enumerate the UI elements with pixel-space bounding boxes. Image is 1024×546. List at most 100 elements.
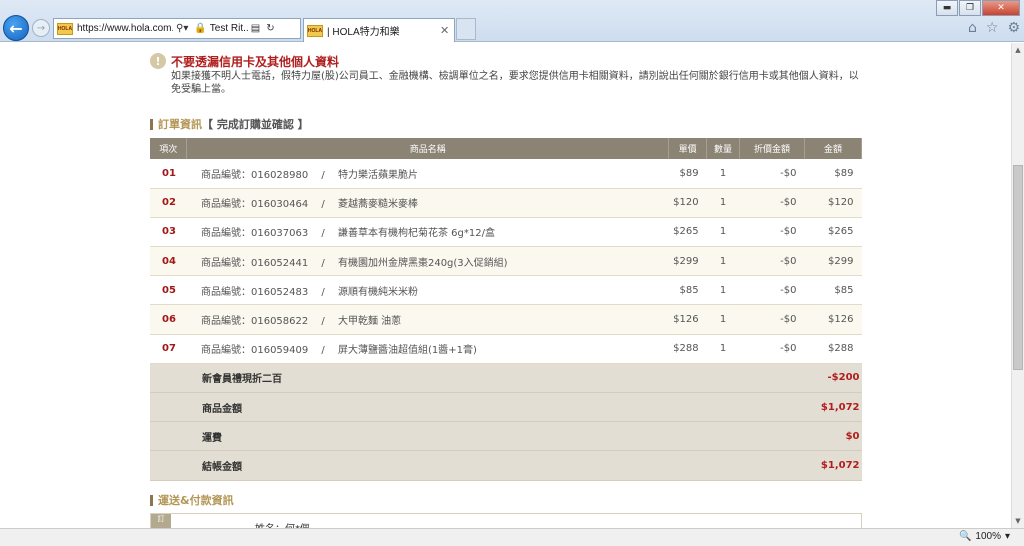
order-section-subtitle: 【 完成訂購並確認 】	[202, 118, 309, 131]
summary-label: 商品金額	[150, 392, 805, 423]
minimize-button[interactable]: ▬	[936, 0, 958, 16]
summary-value: $1,072	[804, 450, 862, 481]
summary-label: 結帳金額	[150, 450, 805, 481]
col-header: 商品名稱	[186, 138, 670, 159]
summary-value: $1,072	[804, 392, 862, 423]
col-header: 折價金額	[739, 138, 805, 159]
summary-row: 商品金額 $1,072	[150, 392, 862, 423]
zoom-level[interactable]: 100%	[975, 531, 1001, 542]
col-header: 項次	[150, 138, 188, 159]
unit-price: $265	[668, 217, 707, 248]
discount-amount: -$0	[739, 188, 805, 218]
quantity: 1	[706, 275, 740, 306]
discount-amount: -$0	[739, 334, 805, 364]
search-icon[interactable]: ⚲▾	[176, 23, 188, 34]
table-row: 07 商品編號：016059409 / 屏大薄鹽醬油超值組(1醬+1膏) $288 1…	[150, 334, 862, 364]
line-amount: $120	[804, 188, 862, 218]
quantity: 1	[706, 334, 740, 364]
vertical-scrollbar[interactable]: ▲ ▼	[1011, 43, 1024, 528]
discount-amount: -$0	[739, 246, 805, 277]
shipping-side-label: 訂	[151, 514, 171, 528]
line-amount: $265	[804, 217, 862, 248]
restore-button[interactable]: ❐	[959, 0, 981, 16]
home-icon[interactable]: ⌂	[968, 20, 977, 36]
discount-amount: -$0	[739, 275, 805, 306]
table-header-row: 項次 商品名稱 單價 數量 折價金額 金額	[150, 138, 863, 159]
lock-icon[interactable]: 🔒	[194, 23, 206, 34]
row-number: 01	[150, 159, 187, 189]
status-bar: 🔍 100% ▾	[0, 528, 1024, 546]
summary-value: -$200	[804, 363, 862, 394]
table-row: 06 商品編號：016058622 / 大甲乾麵 油蔥 $126 1 -$0 $126	[150, 304, 862, 335]
row-number: 05	[150, 275, 187, 306]
tab-favicon-icon: HOLA	[307, 24, 323, 37]
address-bar[interactable]: HOLA https://www.hola.com.tw/ca ⚲▾ 🔒 Tes…	[53, 18, 301, 39]
product-name-link[interactable]: 商品編號：016028980 / 特力樂活蘋果脆片	[186, 159, 669, 189]
scroll-thumb[interactable]	[1013, 165, 1023, 370]
browser-tab-active[interactable]: HOLA | HOLA特力和樂 ✕	[303, 18, 455, 42]
row-number: 06	[150, 304, 187, 335]
summary-row: 新會員禮現折二百 -$200	[150, 363, 862, 394]
product-name-link[interactable]: 商品編號：016030464 / 菱越蕎麥糙米麥棒	[186, 188, 669, 218]
product-name-link[interactable]: 商品編號：016059409 / 屏大薄鹽醬油超值組(1醬+1膏)	[186, 334, 669, 364]
zoom-control[interactable]: 🔍 100% ▾	[959, 531, 1010, 542]
line-amount: $288	[804, 334, 862, 364]
summary-label: 運費	[150, 421, 805, 452]
back-arrow-icon[interactable]: ←	[3, 15, 29, 41]
col-header: 數量	[706, 138, 741, 159]
shipping-box: 訂 姓名：何*佩	[150, 513, 862, 528]
notice-body: 如果接獲不明人士電話，假特力屋(股)公司員工、金融機構、檢調單位之名，要求您提供…	[171, 71, 859, 95]
summary-label: 新會員禮現折二百	[150, 363, 805, 394]
table-row: 03 商品編號：016037063 / 謙善草本有機枸杞菊花茶 6g*12/盒 $2…	[150, 217, 862, 248]
discount-amount: -$0	[739, 159, 805, 189]
shipping-section-title: 運送&付款資訊	[158, 494, 234, 507]
refresh-icon[interactable]: ↻	[266, 23, 274, 34]
summary-row: 運費 $0	[150, 421, 862, 452]
quantity: 1	[706, 246, 740, 277]
browser-tools: ⌂ ☆ ⚙	[968, 20, 1020, 36]
site-favicon-icon: HOLA	[57, 22, 73, 35]
discount-amount: -$0	[739, 217, 805, 248]
product-name-link[interactable]: 商品編號：016052441 / 有機園加州金牌黑棗240g(3入促銷組)	[186, 246, 669, 277]
favorites-star-icon[interactable]: ☆	[986, 20, 999, 36]
new-tab-button[interactable]	[456, 18, 476, 40]
page-content: ! 不要透漏信用卡及其他個人資料 如果接獲不明人士電話，假特力屋(股)公司員工、…	[0, 43, 1011, 528]
col-header: 金額	[804, 138, 863, 159]
unit-price: $89	[668, 159, 707, 189]
row-number: 07	[150, 334, 187, 364]
scroll-down-arrow-icon[interactable]: ▼	[1012, 514, 1024, 528]
order-section-header: 訂單資訊 【 完成訂購並確認 】	[150, 116, 309, 132]
unit-price: $85	[668, 275, 707, 306]
summary-value: $0	[804, 421, 862, 452]
table-row: 02 商品編號：016030464 / 菱越蕎麥糙米麥棒 $120 1 -$0 $120	[150, 188, 862, 218]
scroll-up-arrow-icon[interactable]: ▲	[1012, 43, 1024, 57]
zoom-magnifier-icon: 🔍	[958, 531, 972, 542]
forward-arrow-icon[interactable]: →	[32, 19, 50, 37]
order-table: 項次 商品名稱 單價 數量 折價金額 金額 01 商品編號：016028980 /…	[150, 138, 863, 481]
tab-close-icon[interactable]: ✕	[440, 24, 454, 37]
line-amount: $299	[804, 246, 862, 277]
product-name-link[interactable]: 商品編號：016037063 / 謙善草本有機枸杞菊花茶 6g*12/盒	[186, 217, 669, 248]
order-section-title: 訂單資訊	[158, 118, 202, 131]
window-controls: ▬ ❐ ✕	[935, 0, 1020, 16]
compat-view-icon[interactable]: ▤	[251, 23, 260, 34]
unit-price: $120	[668, 188, 707, 218]
quantity: 1	[706, 188, 740, 218]
table-row: 01 商品編號：016028980 / 特力樂活蘋果脆片 $89 1 -$0 $89	[150, 159, 862, 189]
summary-row: 結帳金額 $1,072	[150, 450, 862, 481]
shipping-section-header: 運送&付款資訊	[150, 492, 234, 508]
exclamation-icon: !	[150, 53, 166, 69]
address-url[interactable]: https://www.hola.com.tw/ca	[77, 23, 173, 34]
zoom-dropdown-icon[interactable]: ▾	[1005, 531, 1010, 542]
settings-gear-icon[interactable]: ⚙	[1007, 20, 1020, 36]
row-number: 03	[150, 217, 187, 248]
product-name-link[interactable]: 商品編號：016058622 / 大甲乾麵 油蔥	[186, 304, 669, 335]
certificate-label[interactable]: Test Rit...	[210, 23, 248, 34]
quantity: 1	[706, 159, 740, 189]
quantity: 1	[706, 217, 740, 248]
table-row: 04 商品編號：016052441 / 有機園加州金牌黑棗240g(3入促銷組) $…	[150, 246, 862, 277]
product-name-link[interactable]: 商品編號：016052483 / 源順有機純米米粉	[186, 275, 669, 306]
unit-price: $299	[668, 246, 707, 277]
line-amount: $126	[804, 304, 862, 335]
close-window-button[interactable]: ✕	[982, 0, 1020, 16]
